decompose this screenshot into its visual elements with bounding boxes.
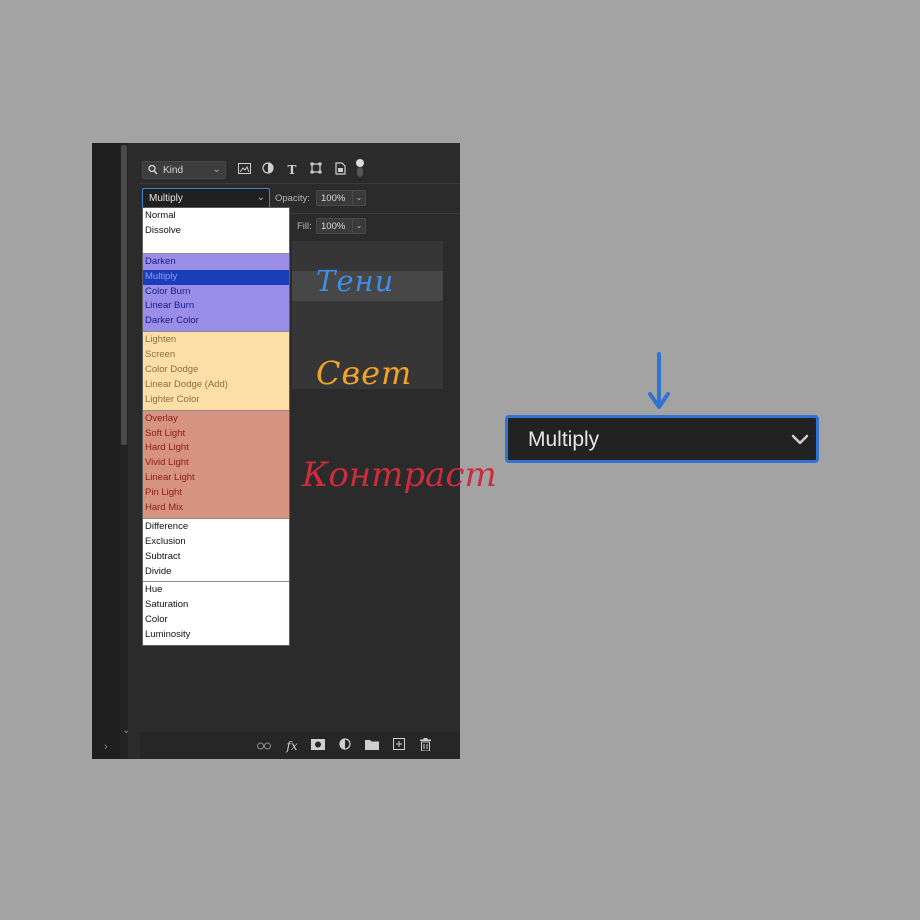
opacity-label: Opacity: [275,193,310,204]
blend-option[interactable]: Screen [143,348,289,363]
opacity-value: 100% [321,193,346,204]
group-folder-icon[interactable] [364,738,380,754]
blend-option[interactable]: Hard Light [143,441,289,456]
search-icon [148,164,158,179]
fx-icon[interactable]: fx [284,738,300,754]
fill-field[interactable]: 100% [316,218,354,234]
blend-mode-value: Multiply [149,193,183,204]
blend-option[interactable]: Color Dodge [143,363,289,378]
blend-option[interactable]: Dissolve [143,224,289,239]
layer-filter-bar: Kind ⌄ T [140,159,460,181]
blend-option[interactable]: Linear Light [143,471,289,486]
arrow-down-icon [648,352,670,409]
blend-option[interactable]: Darker Color [143,314,289,329]
smart-object-filter-icon[interactable] [332,162,348,178]
blend-option[interactable]: Divide [143,565,289,580]
divider [140,183,460,184]
blend-option[interactable]: Pin Light [143,486,289,501]
type-filter-icon[interactable]: T [284,162,300,178]
shape-filter-icon[interactable] [308,162,324,178]
fill-dropdown-icon[interactable]: ⌄ [352,218,366,234]
panel-scrollbar-thumb[interactable] [121,145,127,445]
blend-option-selected[interactable]: Multiply [143,269,289,285]
fill-value: 100% [321,221,346,232]
fill-label: Fill: [297,221,312,232]
new-layer-icon[interactable] [391,738,407,754]
kind-filter-label: Kind [163,165,184,176]
scroll-down-icon[interactable]: ⌄ [122,725,130,736]
blend-option[interactable]: Exclusion [143,535,289,550]
blend-group-basic: Normal Dissolve [143,208,289,254]
annotation-contrast: Контраст [302,455,497,495]
layer-mask-icon[interactable] [310,738,326,754]
link-layers-icon[interactable] [256,738,272,754]
blend-group-inversion: Difference Exclusion Subtract Divide [143,518,289,583]
blend-mode-dropdown-list: Normal Dissolve Darken Multiply Color Bu… [142,207,290,647]
blend-option[interactable]: Hue [143,583,289,598]
blend-option[interactable]: Saturation [143,598,289,613]
blend-option[interactable]: Color Burn [143,285,289,300]
blend-option[interactable]: Subtract [143,550,289,565]
blend-option[interactable]: Overlay [143,412,289,427]
chevron-down-icon [791,434,809,445]
image-filter-icon[interactable] [236,162,252,178]
blend-option[interactable]: Color [143,613,289,628]
blend-mode-select-zoomed: Multiply [505,415,819,463]
blend-group-component: Hue Saturation Color Luminosity [143,582,289,646]
opacity-dropdown-icon[interactable]: ⌄ [352,190,366,206]
adjustment-filter-icon[interactable] [260,162,276,178]
blend-option[interactable]: Linear Dodge (Add) [143,378,289,393]
blend-option[interactable]: Vivid Light [143,456,289,471]
adjustment-layer-icon[interactable] [337,738,353,754]
blend-option[interactable]: Lighten [143,333,289,348]
annotation-shadows: Тени [316,264,395,298]
panel-left-strip [92,143,120,759]
blend-group-darken: Darken Multiply Color Burn Linear Burn D… [143,253,289,333]
kind-filter-select[interactable]: Kind ⌄ [142,161,226,179]
chevron-down-icon: ⌄ [256,192,265,203]
blend-option[interactable]: Normal [143,209,289,224]
blend-option[interactable]: Lighter Color [143,393,289,408]
filter-toggle-icon[interactable] [355,159,365,177]
blend-option[interactable]: Luminosity [143,628,289,643]
blend-mode-value-zoomed: Multiply [528,428,600,451]
layers-panel: ⌄ › Kind ⌄ T Multiply ⌄ Opacity: 100% ⌄ … [92,143,460,759]
blend-option[interactable]: Difference [143,520,289,535]
blend-option[interactable]: Hard Mix [143,501,289,516]
blend-group-contrast: Overlay Soft Light Hard Light Vivid Ligh… [143,410,289,519]
chevron-down-icon: ⌄ [212,164,221,175]
blend-mode-select[interactable]: Multiply ⌄ [142,188,270,209]
blend-option[interactable]: Darken [143,255,289,270]
opacity-field[interactable]: 100% [316,190,354,206]
blend-group-lighten: Lighten Screen Color Dodge Linear Dodge … [143,332,289,411]
blend-option[interactable]: Soft Light [143,427,289,442]
annotation-light: Свет [316,354,413,392]
expand-panel-icon[interactable]: › [104,741,108,753]
trash-icon[interactable] [417,738,433,754]
layers-bottom-bar: fx [140,732,460,759]
blend-option[interactable]: Linear Burn [143,299,289,314]
